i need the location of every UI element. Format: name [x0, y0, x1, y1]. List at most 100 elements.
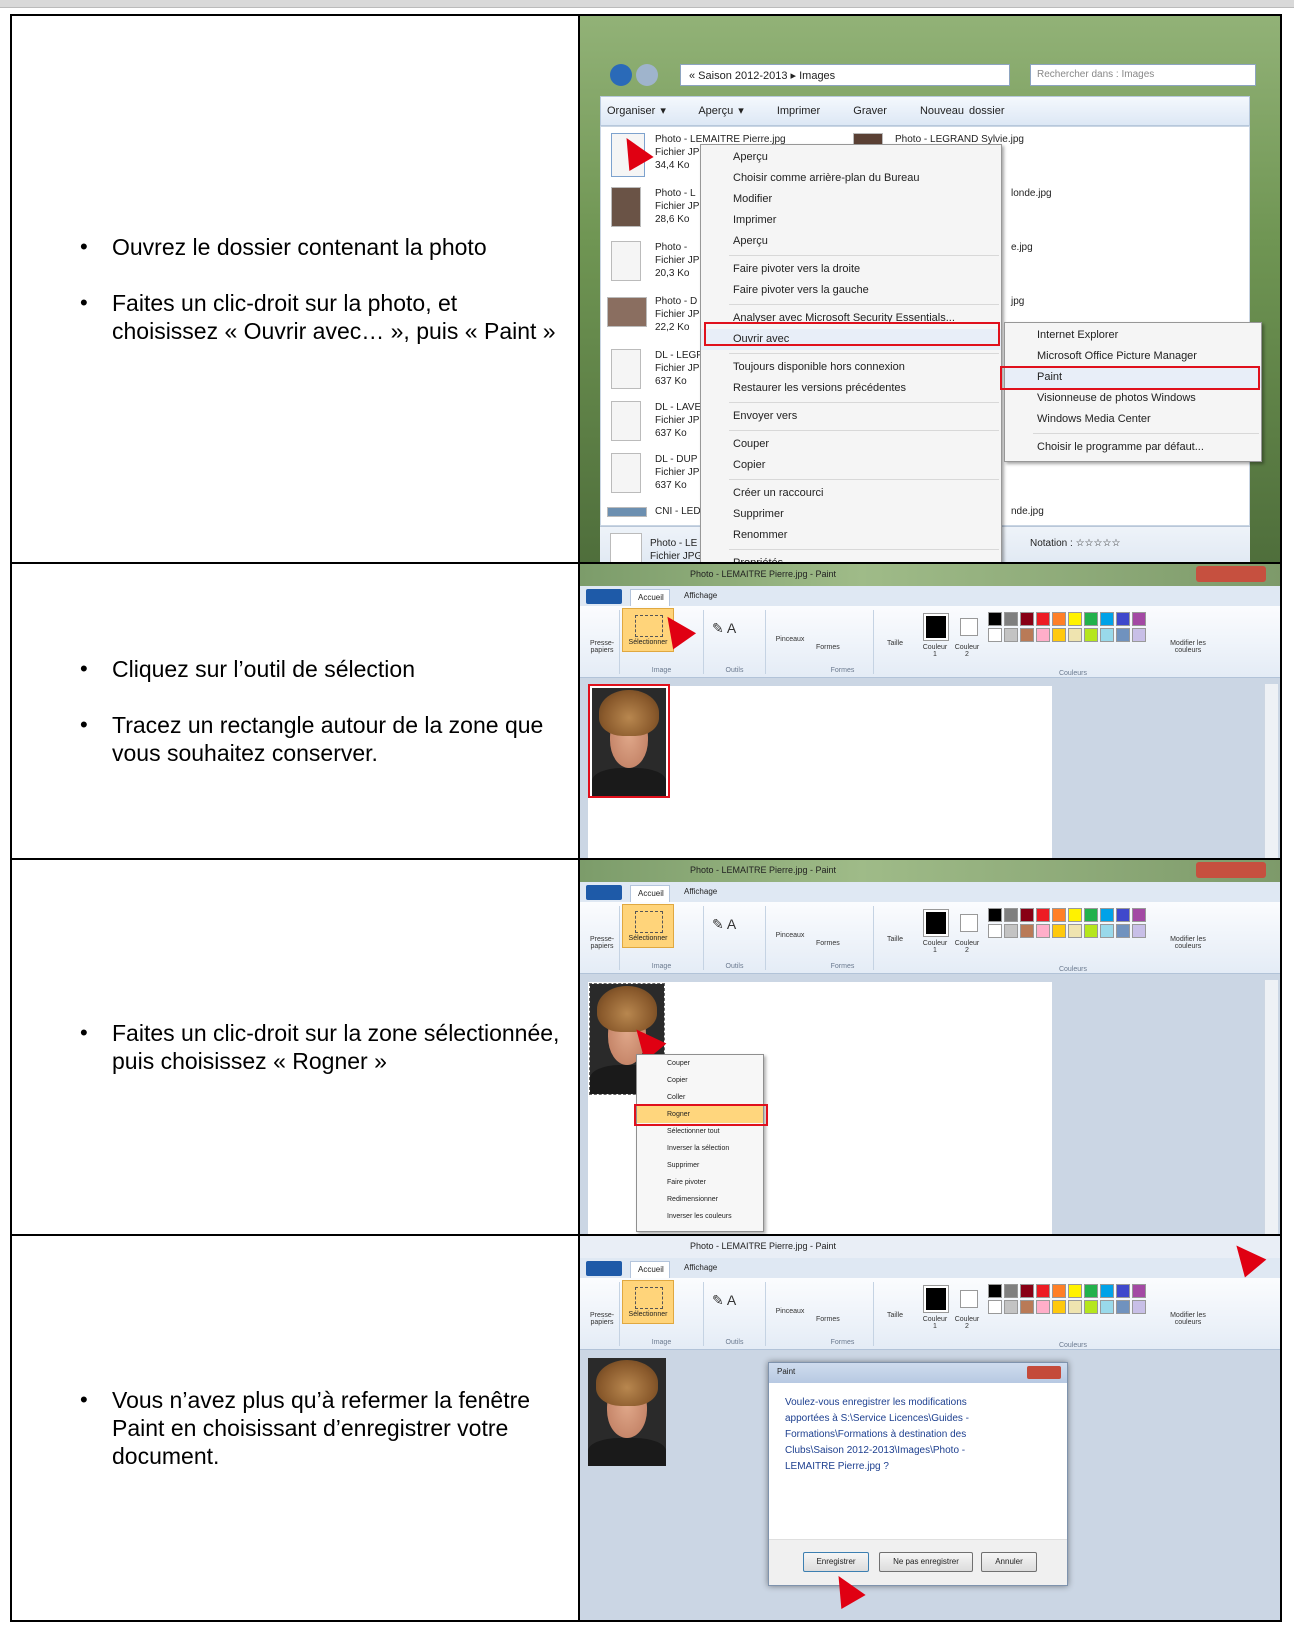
palette-swatch[interactable] — [1116, 924, 1130, 938]
color-palette[interactable] — [988, 1284, 1146, 1314]
file-thumb[interactable] — [607, 297, 647, 327]
palette-swatch[interactable] — [1036, 1300, 1050, 1314]
palette-swatch[interactable] — [1052, 612, 1066, 626]
menu-item[interactable]: Propriétés — [701, 553, 1001, 561]
palette-swatch[interactable] — [1052, 1300, 1066, 1314]
palette-swatch[interactable] — [1020, 628, 1034, 642]
menu-item[interactable]: Faire pivoter — [637, 1174, 763, 1191]
palette-swatch[interactable] — [988, 1300, 1002, 1314]
menu-item[interactable]: Internet Explorer — [1005, 325, 1261, 346]
file-item[interactable]: CNI - LED — [655, 505, 701, 518]
palette-swatch[interactable] — [1132, 1284, 1146, 1298]
size-button[interactable]: Taille — [880, 640, 910, 647]
file-item[interactable]: DL - DUP Fichier JP 637 Ko — [655, 453, 699, 492]
palette-swatch[interactable] — [1084, 628, 1098, 642]
details-rating[interactable]: Notation : ☆☆☆☆☆ — [1030, 537, 1120, 550]
shapes-button[interactable]: Formes — [816, 644, 840, 651]
file-item[interactable]: Photo - L Fichier JP 28,6 Ko — [655, 187, 699, 226]
palette-swatch[interactable] — [1068, 612, 1082, 626]
menu-item[interactable]: Faire pivoter vers la droite — [701, 259, 1001, 280]
color2-swatch[interactable] — [960, 618, 978, 636]
toolbar-new-folder[interactable]: Nouveau dossier — [920, 105, 1005, 117]
file-menu-button[interactable] — [586, 1261, 622, 1276]
save-button[interactable]: Enregistrer — [803, 1552, 869, 1572]
shapes-button[interactable]: Formes — [816, 940, 840, 947]
palette-swatch[interactable] — [1036, 612, 1050, 626]
palette-swatch[interactable] — [1004, 628, 1018, 642]
file-thumb[interactable] — [611, 453, 641, 493]
palette-swatch[interactable] — [1020, 908, 1034, 922]
menu-item[interactable]: Supprimer — [637, 1157, 763, 1174]
file-thumb[interactable] — [607, 507, 647, 517]
file-item[interactable]: e.jpg — [1011, 241, 1033, 254]
close-icon[interactable] — [1027, 1366, 1061, 1379]
palette-swatch[interactable] — [1036, 924, 1050, 938]
palette-swatch[interactable] — [1004, 924, 1018, 938]
menu-item[interactable]: Modifier — [701, 189, 1001, 210]
color-palette[interactable] — [988, 612, 1146, 642]
file-item[interactable]: DL - LAVE Fichier JP 637 Ko — [655, 401, 701, 440]
palette-swatch[interactable] — [1116, 628, 1130, 642]
size-button[interactable]: Taille — [880, 1312, 910, 1319]
palette-swatch[interactable] — [1084, 924, 1098, 938]
file-thumb[interactable] — [611, 187, 641, 227]
palette-swatch[interactable] — [1084, 612, 1098, 626]
palette-swatch[interactable] — [1116, 908, 1130, 922]
menu-item[interactable]: Envoyer vers — [701, 406, 1001, 427]
menu-item[interactable]: Choisir comme arrière-plan du Bureau — [701, 168, 1001, 189]
search-input[interactable]: Rechercher dans : Images — [1030, 64, 1256, 86]
file-item[interactable]: jpg — [1011, 295, 1024, 308]
file-menu-button[interactable] — [586, 589, 622, 604]
menu-item[interactable]: Supprimer — [701, 504, 1001, 525]
palette-swatch[interactable] — [1132, 924, 1146, 938]
file-thumb[interactable] — [611, 401, 641, 441]
palette-swatch[interactable] — [1052, 908, 1066, 922]
vertical-scrollbar[interactable] — [1264, 980, 1278, 1233]
file-item[interactable]: DL - LEGF Fichier JP 637 Ko — [655, 349, 702, 388]
palette-swatch[interactable] — [1004, 612, 1018, 626]
pencil-icon[interactable]: ✎ A — [712, 1292, 736, 1309]
palette-swatch[interactable] — [988, 628, 1002, 642]
palette-swatch[interactable] — [1100, 628, 1114, 642]
palette-swatch[interactable] — [1004, 1300, 1018, 1314]
file-thumb[interactable] — [611, 241, 641, 281]
edit-colors-button[interactable]: Modifier les couleurs — [1160, 640, 1216, 654]
color1-swatch[interactable] — [923, 613, 949, 641]
menu-item[interactable]: Couper — [637, 1055, 763, 1072]
menu-item[interactable]: Restaurer les versions précédentes — [701, 378, 1001, 399]
palette-swatch[interactable] — [1068, 1300, 1082, 1314]
color-palette[interactable] — [988, 908, 1146, 938]
palette-swatch[interactable] — [1084, 1284, 1098, 1298]
menu-item[interactable]: Inverser la sélection — [637, 1140, 763, 1157]
tab-view[interactable]: Affichage — [684, 887, 717, 896]
tab-home[interactable]: Accueil — [630, 589, 670, 606]
palette-swatch[interactable] — [1116, 1284, 1130, 1298]
clipboard-button[interactable]: Presse-papiers — [586, 640, 618, 654]
palette-swatch[interactable] — [1116, 612, 1130, 626]
vertical-scrollbar[interactable] — [1264, 684, 1278, 857]
palette-swatch[interactable] — [1036, 628, 1050, 642]
menu-item[interactable]: Toujours disponible hors connexion — [701, 357, 1001, 378]
file-item[interactable]: nde.jpg — [1011, 505, 1044, 518]
palette-swatch[interactable] — [1052, 628, 1066, 642]
palette-swatch[interactable] — [1068, 628, 1082, 642]
palette-swatch[interactable] — [1084, 908, 1098, 922]
brushes-button[interactable]: Pinceaux — [770, 636, 810, 643]
file-item[interactable]: londe.jpg — [1011, 187, 1052, 200]
toolbar-print[interactable]: Imprimer — [777, 105, 820, 117]
menu-item[interactable]: Couper — [701, 434, 1001, 455]
window-controls[interactable] — [1196, 862, 1266, 878]
menu-item[interactable]: Faire pivoter vers la gauche — [701, 280, 1001, 301]
tab-home[interactable]: Accueil — [630, 885, 670, 902]
file-item[interactable]: Photo - D Fichier JP 22,2 Ko — [655, 295, 699, 334]
color2-swatch[interactable] — [960, 914, 978, 932]
tab-home[interactable]: Accueil — [630, 1261, 670, 1278]
palette-swatch[interactable] — [1068, 1284, 1082, 1298]
palette-swatch[interactable] — [1084, 1300, 1098, 1314]
menu-item[interactable]: Windows Media Center — [1005, 409, 1261, 430]
breadcrumb[interactable]: « Saison 2012-2013 ▸ Images — [680, 64, 1010, 86]
file-menu-button[interactable] — [586, 885, 622, 900]
palette-swatch[interactable] — [1100, 612, 1114, 626]
palette-swatch[interactable] — [1052, 1284, 1066, 1298]
palette-swatch[interactable] — [1100, 1284, 1114, 1298]
